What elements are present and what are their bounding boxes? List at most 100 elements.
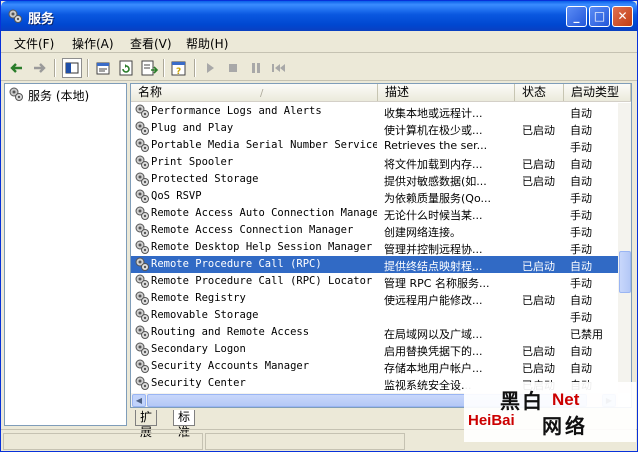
service-row[interactable]: Plug and Play 使计算机在极少或... 已启动 自动 (131, 120, 618, 137)
service-name: Protected Storage (151, 173, 259, 185)
watermark-text: 网络 (542, 414, 588, 438)
service-gear-icon (134, 375, 150, 391)
stop-service-icon[interactable] (223, 58, 243, 78)
menu-view[interactable]: 查看(V) (130, 35, 172, 52)
service-startup-type: 自动 (570, 107, 592, 120)
refresh-icon[interactable] (116, 58, 136, 78)
watermark-text: HeiBai (468, 412, 515, 429)
column-header-status[interactable]: 状态 (515, 84, 564, 101)
service-row[interactable]: Portable Media Serial Number Service Retr… (131, 137, 618, 154)
service-row[interactable]: Print Spooler 将文件加载到内存... 已启动 自动 (131, 154, 618, 171)
services-window: 服务 _ □ ✕ 文件(F) 操作(A) 查看(V) 帮助(H) ? 服务 (本… (0, 0, 638, 452)
service-gear-icon (134, 324, 150, 340)
service-name: Remote Desktop Help Session Manager (151, 241, 373, 253)
service-name: Security Accounts Manager (151, 360, 310, 372)
service-status: 已启动 (522, 260, 555, 273)
toolbar-separator (163, 59, 165, 77)
service-description: 管理 RPC 名称服务... (384, 277, 490, 290)
column-header-desc[interactable]: 描述 (378, 84, 515, 101)
menu-action[interactable]: 操作(A) (72, 35, 114, 52)
service-row[interactable]: Remote Desktop Help Session Manager 管理并控制… (131, 239, 618, 256)
service-description: 使计算机在极少或... (384, 124, 483, 137)
service-row[interactable]: Remote Access Auto Connection Manager 无论什… (131, 205, 618, 222)
service-startup-type: 手动 (570, 277, 592, 290)
properties-icon[interactable] (93, 58, 113, 78)
export-list-icon[interactable] (139, 58, 159, 78)
vertical-scrollbar[interactable] (618, 103, 631, 393)
service-gear-icon (134, 171, 150, 187)
service-row[interactable]: QoS RSVP 为依赖质量服务(Qo... 手动 (131, 188, 618, 205)
pause-service-icon[interactable] (246, 58, 266, 78)
forward-arrow-icon[interactable] (29, 58, 49, 78)
service-gear-icon (134, 256, 150, 272)
show-hide-tree-icon[interactable] (62, 58, 82, 78)
service-gear-icon (134, 137, 150, 153)
service-row[interactable]: Remote Procedure Call (RPC) Locator 管理 RP… (131, 273, 618, 290)
toolbar: ? (1, 54, 637, 81)
service-name: Security Center (151, 377, 246, 389)
service-gear-icon (134, 120, 150, 136)
service-row[interactable]: Security Accounts Manager 存储本地用户帐户... 已启动 自… (131, 358, 618, 375)
column-name-label: 名称 (138, 85, 163, 99)
service-startup-type: 已禁用 (570, 328, 603, 341)
service-name: Secondary Logon (151, 343, 246, 355)
service-row[interactable]: Performance Logs and Alerts 收集本地或远程计... 自动 (131, 103, 618, 120)
start-service-icon[interactable] (200, 58, 220, 78)
service-description: 在局域网以及广域... (384, 328, 483, 341)
service-startup-type: 自动 (570, 362, 592, 375)
service-row[interactable]: Remote Procedure Call (RPC) 提供终结点映射程... 已启… (131, 256, 618, 273)
service-name: Remote Access Connection Manager (151, 224, 354, 236)
watermark-text: Net (552, 390, 580, 409)
scroll-left-icon[interactable]: ◀ (132, 394, 146, 407)
service-description: 创建网络连接。 (384, 226, 461, 239)
minimize-button[interactable]: _ (566, 6, 587, 27)
service-gear-icon (134, 341, 150, 357)
service-description: 存储本地用户帐户... (384, 362, 483, 375)
vertical-scroll-thumb[interactable] (619, 251, 631, 293)
service-description: 使远程用户能修改... (384, 294, 483, 307)
service-row[interactable]: Removable Storage 手动 (131, 307, 618, 324)
service-description: 为依赖质量服务(Qo... (384, 192, 491, 205)
service-row[interactable]: Secondary Logon 启用替换凭据下的... 已启动 自动 (131, 341, 618, 358)
tab-standard[interactable]: 标准 (173, 410, 196, 439)
close-button[interactable]: ✕ (612, 6, 633, 27)
menu-bar: 文件(F) 操作(A) 查看(V) 帮助(H) (1, 31, 637, 53)
service-name: Performance Logs and Alerts (151, 105, 322, 117)
service-row[interactable]: Remote Access Connection Manager 创建网络连接。 手… (131, 222, 618, 239)
title-bar[interactable]: 服务 _ □ ✕ (1, 1, 637, 31)
help-icon[interactable]: ? (169, 58, 189, 78)
service-gear-icon (134, 358, 150, 374)
menu-file[interactable]: 文件(F) (14, 35, 54, 52)
watermark-text: 黑白 (500, 389, 544, 413)
service-startup-type: 手动 (570, 226, 592, 239)
service-row[interactable]: Routing and Remote Access 在局域网以及广域... 已禁用 (131, 324, 618, 341)
service-row[interactable]: Remote Registry 使远程用户能修改... 已启动 自动 (131, 290, 618, 307)
column-header-startup[interactable]: 启动类型 (564, 84, 631, 101)
services-list-pane: 名称 / 描述 状态 启动类型 Performance Logs and Aler… (130, 83, 632, 408)
service-row[interactable]: Protected Storage 提供对敏感数据(如... 已启动 自动 (131, 171, 618, 188)
service-description: 将文件加载到内存... (384, 158, 483, 171)
back-arrow-icon[interactable] (7, 58, 27, 78)
services-list: Performance Logs and Alerts 收集本地或远程计... 自动… (131, 103, 618, 393)
window-title: 服务 (28, 12, 55, 27)
service-name: Portable Media Serial Number Service (151, 139, 377, 151)
service-description: 提供终结点映射程... (384, 260, 483, 273)
service-startup-type: 自动 (570, 158, 592, 171)
tree-pane[interactable]: 服务 (本地) (4, 83, 127, 426)
service-name: Remote Registry (151, 292, 246, 304)
maximize-button[interactable]: □ (589, 6, 610, 27)
service-description: 收集本地或远程计... (384, 107, 483, 120)
restart-service-icon[interactable] (269, 58, 289, 78)
menu-help[interactable]: 帮助(H) (186, 35, 228, 52)
service-name: Removable Storage (151, 309, 259, 321)
service-gear-icon (134, 273, 150, 289)
service-name: QoS RSVP (151, 190, 202, 202)
service-name: Remote Access Auto Connection Manager (151, 207, 377, 219)
service-gear-icon (134, 103, 150, 119)
service-gear-icon (134, 188, 150, 204)
service-name: Print Spooler (151, 156, 234, 168)
column-header-name[interactable]: 名称 / (131, 84, 378, 101)
tab-extended[interactable]: 扩展 (135, 410, 158, 439)
status-field (3, 433, 203, 450)
watermark-logo: 黑白 Net HeiBai 网络 (464, 382, 636, 442)
